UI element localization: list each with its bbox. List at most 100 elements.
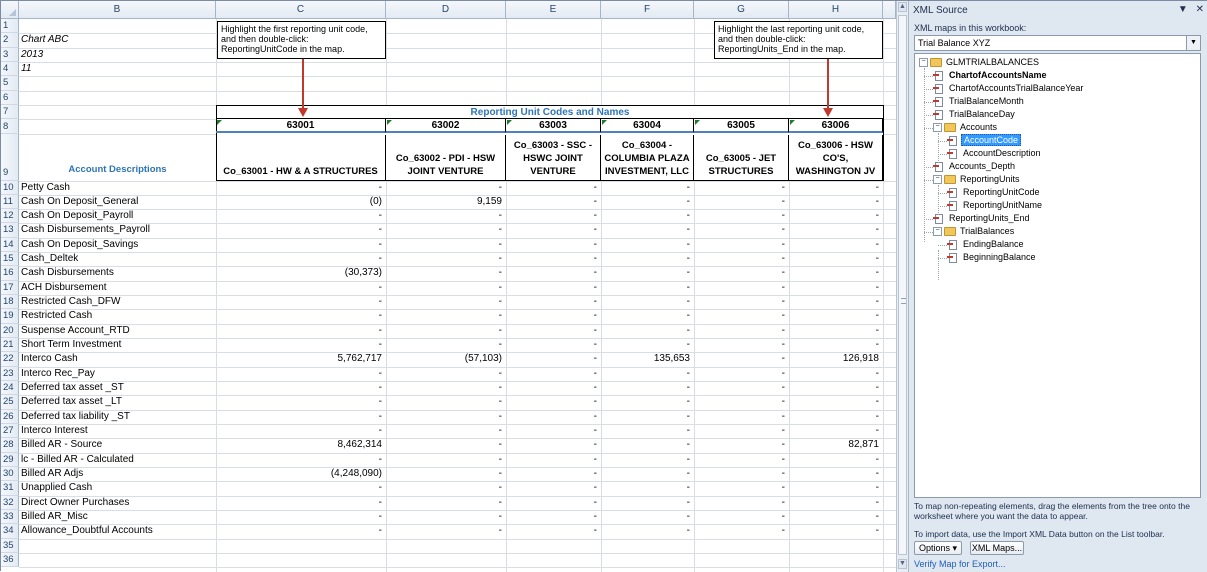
xml-element-tree[interactable]: − GLMTRIALBALANCES ChartofAccountsName Char… xyxy=(914,53,1201,498)
balance-cell[interactable]: - xyxy=(216,524,386,538)
tree-folder-node[interactable]: − ReportingUnits xyxy=(933,173,1022,186)
balance-cell[interactable]: - xyxy=(216,453,386,467)
header-chart[interactable]: Chart ABC xyxy=(19,33,68,47)
reporting-unit-code[interactable]: 63001 xyxy=(216,119,386,133)
column-header[interactable] xyxy=(883,1,896,19)
select-all-corner[interactable] xyxy=(1,1,19,19)
balance-cell[interactable]: - xyxy=(216,181,386,195)
balance-cell[interactable]: - xyxy=(789,309,883,323)
balance-cell[interactable]: - xyxy=(601,223,694,237)
row-header[interactable]: 12 xyxy=(1,209,19,224)
balance-cell[interactable]: - xyxy=(694,481,789,495)
balance-cell[interactable]: - xyxy=(601,309,694,323)
balance-cell[interactable]: - xyxy=(789,510,883,524)
balance-cell[interactable]: - xyxy=(694,266,789,280)
reporting-unit-code[interactable]: 63004 xyxy=(601,119,694,133)
balance-cell[interactable]: - xyxy=(506,481,601,495)
row-header[interactable]: 1 xyxy=(1,19,19,34)
tree-element-node[interactable]: AccountDescription xyxy=(947,147,1043,160)
scroll-down-button[interactable]: ▼ xyxy=(898,559,907,569)
tree-element-node[interactable]: AccountCode xyxy=(947,134,1022,147)
row-header[interactable]: 19 xyxy=(1,309,19,324)
balance-cell[interactable]: - xyxy=(506,381,601,395)
balance-cell[interactable]: - xyxy=(386,281,506,295)
balance-cell[interactable]: - xyxy=(601,181,694,195)
balance-cell[interactable]: - xyxy=(789,223,883,237)
balance-cell[interactable]: - xyxy=(386,252,506,266)
balance-cell[interactable]: - xyxy=(601,467,694,481)
balance-cell[interactable]: - xyxy=(216,252,386,266)
account-description[interactable]: Unapplied Cash xyxy=(19,481,92,495)
balance-cell[interactable]: - xyxy=(694,438,789,452)
balance-cell[interactable]: - xyxy=(601,295,694,309)
tree-element-node[interactable]: BeginningBalance xyxy=(947,251,1038,264)
account-description[interactable]: Cash_Deltek xyxy=(19,252,78,266)
row-header[interactable]: 11 xyxy=(1,194,19,210)
balance-cell[interactable]: - xyxy=(386,309,506,323)
row-header[interactable]: 29 xyxy=(1,452,19,468)
balance-cell[interactable]: - xyxy=(789,395,883,409)
balance-cell[interactable]: - xyxy=(506,324,601,338)
balance-cell[interactable]: - xyxy=(601,438,694,452)
account-description[interactable]: Cash On Deposit_General xyxy=(19,195,138,209)
header-year[interactable]: 2013 xyxy=(19,48,43,62)
balance-cell[interactable]: - xyxy=(506,524,601,538)
balance-cell[interactable]: - xyxy=(386,481,506,495)
balance-cell[interactable]: - xyxy=(694,295,789,309)
account-description[interactable]: Billed AR_Misc xyxy=(19,510,88,524)
row-header[interactable]: 4 xyxy=(1,61,19,77)
balance-cell[interactable]: - xyxy=(386,181,506,195)
balance-cell[interactable]: - xyxy=(506,467,601,481)
tree-element-node[interactable]: ReportingUnitCode xyxy=(947,186,1042,199)
row-header[interactable]: 27 xyxy=(1,424,19,439)
balance-cell[interactable]: - xyxy=(694,367,789,381)
balance-cell[interactable]: - xyxy=(386,209,506,223)
account-description[interactable]: Restricted Cash xyxy=(19,309,92,323)
row-header[interactable]: 28 xyxy=(1,438,19,453)
balance-cell[interactable]: - xyxy=(601,381,694,395)
balance-cell[interactable]: - xyxy=(216,338,386,352)
balance-cell[interactable]: - xyxy=(601,195,694,209)
balance-cell[interactable]: - xyxy=(506,238,601,252)
row-header[interactable]: 36 xyxy=(1,553,19,568)
row-header[interactable]: 33 xyxy=(1,510,19,525)
balance-cell[interactable]: 9,159 xyxy=(386,195,506,209)
row-header[interactable]: 16 xyxy=(1,266,19,281)
balance-cell[interactable]: - xyxy=(506,223,601,237)
row-header[interactable]: 18 xyxy=(1,295,19,310)
balance-cell[interactable]: - xyxy=(506,338,601,352)
reporting-unit-name[interactable]: Co_63003 - SSC - HSWC JOINT VENTURE xyxy=(506,135,601,180)
balance-cell[interactable]: - xyxy=(789,496,883,510)
account-description[interactable]: Cash On Deposit_Payroll xyxy=(19,209,133,223)
balance-cell[interactable]: - xyxy=(216,223,386,237)
vertical-scrollbar[interactable]: ▲ ▼ xyxy=(896,1,908,572)
balance-cell[interactable]: - xyxy=(216,424,386,438)
reporting-unit-name[interactable]: Co_63005 - JET STRUCTURES xyxy=(694,135,789,180)
balance-cell[interactable]: - xyxy=(216,481,386,495)
balance-cell[interactable]: - xyxy=(694,424,789,438)
account-description[interactable]: Petty Cash xyxy=(19,181,70,195)
balance-cell[interactable]: - xyxy=(601,410,694,424)
balance-cell[interactable]: - xyxy=(789,338,883,352)
balance-cell[interactable]: (57,103) xyxy=(386,352,506,366)
account-description[interactable]: Short Term Investment xyxy=(19,338,121,352)
options-button[interactable]: Options ▾ xyxy=(914,541,962,555)
pane-menu-icon[interactable]: ▼ xyxy=(1178,4,1188,15)
balance-cell[interactable]: - xyxy=(386,410,506,424)
balance-cell[interactable]: - xyxy=(694,381,789,395)
balance-cell[interactable]: - xyxy=(694,395,789,409)
column-header[interactable]: D xyxy=(386,1,506,19)
account-description[interactable]: lc - Billed AR - Calculated xyxy=(19,453,134,467)
account-description[interactable]: Interco Cash xyxy=(19,352,78,366)
tree-element-node[interactable]: TrialBalanceDay xyxy=(933,108,1017,121)
balance-cell[interactable]: - xyxy=(789,252,883,266)
header-month[interactable]: 11 xyxy=(19,62,31,76)
account-description[interactable]: Deferred tax liability _ST xyxy=(19,410,130,424)
balance-cell[interactable]: - xyxy=(694,195,789,209)
row-header[interactable]: 34 xyxy=(1,524,19,539)
scroll-up-button[interactable]: ▲ xyxy=(898,2,907,12)
balance-cell[interactable]: - xyxy=(216,381,386,395)
balance-cell[interactable]: - xyxy=(601,453,694,467)
balance-cell[interactable]: - xyxy=(789,381,883,395)
balance-cell[interactable]: - xyxy=(694,181,789,195)
